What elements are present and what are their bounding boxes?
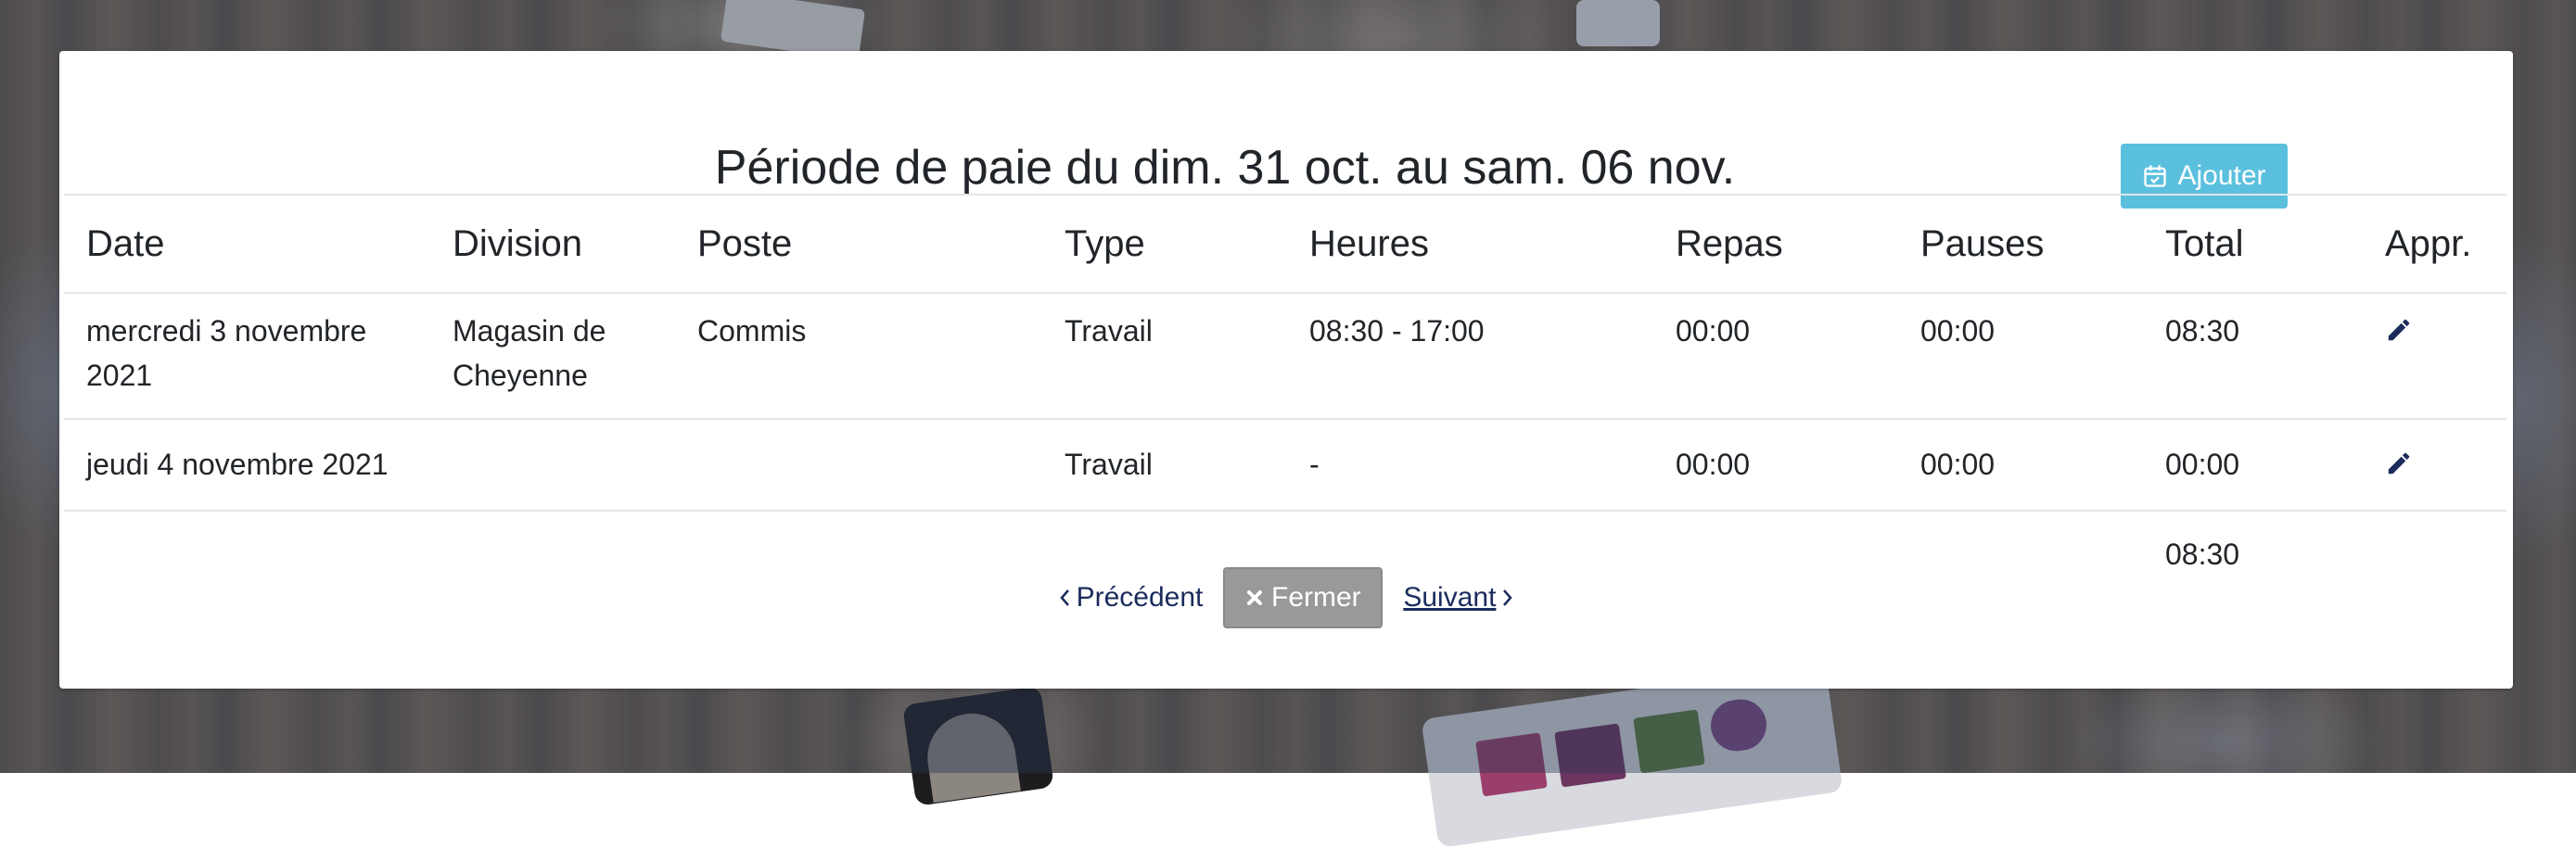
next-label: Suivant: [1403, 582, 1497, 613]
cell-date: mercredi 3 novembre 2021: [64, 293, 430, 420]
calendar-check-icon: [2144, 165, 2167, 187]
cell-poste: [675, 419, 1042, 512]
cell-division: Magasin de Cheyenne: [430, 293, 675, 420]
column-header-division[interactable]: Division: [430, 194, 675, 294]
cell-pauses: 00:00: [1898, 419, 2143, 512]
cell-type: Travail: [1042, 419, 1287, 512]
cell-total: 08:30: [2143, 293, 2363, 420]
chevron-left-icon: [1059, 589, 1069, 606]
close-button[interactable]: Fermer: [1223, 567, 1384, 628]
cell-approval: [2363, 419, 2506, 512]
background-phone-screen: [922, 707, 1021, 804]
background-tablet-tile: [1633, 709, 1705, 774]
previous-link[interactable]: Précédent: [1058, 582, 1204, 614]
column-header-heures[interactable]: Heures: [1287, 194, 1653, 294]
background-tablet-tile: [1475, 732, 1548, 797]
cell-heures: 08:30 - 17:00: [1287, 293, 1653, 420]
cell-total: 00:00: [2143, 419, 2363, 512]
page-title: Période de paie du dim. 31 oct. au sam. …: [714, 141, 1736, 195]
time-entries-table: Date Division Poste Type Heures Repas Pa…: [64, 194, 2506, 576]
cell-type: Travail: [1042, 293, 1287, 420]
background-phone-top: [1576, 0, 1660, 46]
cell-poste: Commis: [675, 293, 1042, 420]
cell-pauses: 00:00: [1898, 293, 2143, 420]
table-header-row: Date Division Poste Type Heures Repas Pa…: [64, 194, 2506, 294]
column-header-approval[interactable]: Appr.: [2363, 194, 2506, 294]
next-link[interactable]: Suivant: [1403, 582, 1514, 614]
background-tablet-tile: [1707, 696, 1770, 754]
add-button-label: Ajouter: [2177, 160, 2266, 191]
cell-date: jeudi 4 novembre 2021: [64, 419, 430, 512]
cell-repas: 00:00: [1653, 293, 1898, 420]
cell-approval: [2363, 293, 2506, 420]
table-row: jeudi 4 novembre 2021 Travail - 00:00 00…: [64, 419, 2506, 512]
pencil-icon[interactable]: [2385, 449, 2413, 477]
column-header-type[interactable]: Type: [1042, 194, 1287, 294]
cell-division: [430, 419, 675, 512]
pagination: Précédent Fermer Suivant: [59, 567, 2513, 628]
table-row: mercredi 3 novembre 2021 Magasin de Chey…: [64, 293, 2506, 420]
cell-heures: -: [1287, 419, 1653, 512]
background-tablet: [1421, 663, 1843, 848]
chevron-right-icon: [1503, 589, 1513, 606]
background-tablet-tile: [1554, 723, 1626, 788]
column-header-date[interactable]: Date: [64, 194, 430, 294]
column-header-pauses[interactable]: Pauses: [1898, 194, 2143, 294]
times-icon: [1247, 590, 1262, 605]
column-header-poste[interactable]: Poste: [675, 194, 1042, 294]
previous-label: Précédent: [1076, 582, 1204, 613]
column-header-total[interactable]: Total: [2143, 194, 2363, 294]
close-label: Fermer: [1271, 582, 1361, 613]
pencil-icon[interactable]: [2385, 316, 2413, 344]
column-header-repas[interactable]: Repas: [1653, 194, 1898, 294]
cell-repas: 00:00: [1653, 419, 1898, 512]
